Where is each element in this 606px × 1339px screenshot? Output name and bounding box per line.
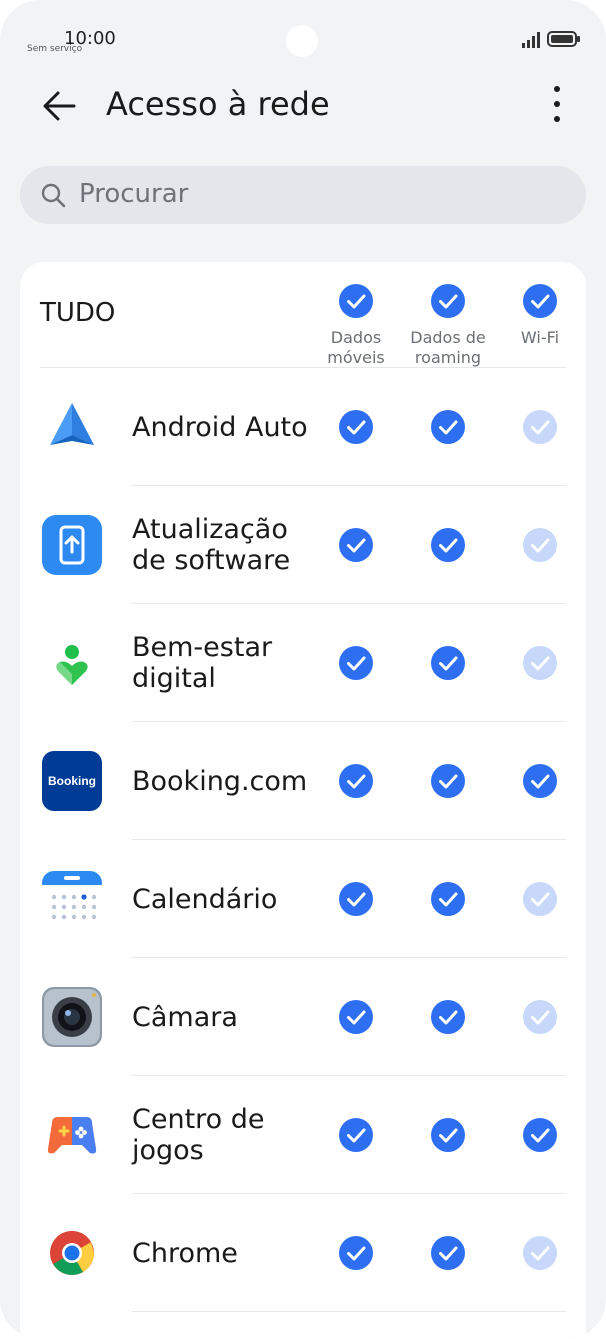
app-row: Câmara (20, 958, 586, 1076)
app-row: Android Auto (20, 368, 586, 486)
all-wifi-checkbox[interactable] (523, 284, 557, 318)
row-divider (132, 1311, 566, 1312)
mobile-data-checkbox[interactable] (339, 1118, 373, 1152)
app-row: Bem-estar digital (20, 604, 586, 722)
column-header-roaming: Dados de roaming (398, 328, 498, 368)
app-name: Centro de jogos (132, 1104, 265, 1166)
column-header-line: Dados de (410, 328, 486, 347)
mobile-data-checkbox[interactable] (339, 882, 373, 916)
column-header-mobile-data: Dados móveis (306, 328, 406, 368)
roaming-checkbox[interactable] (431, 1118, 465, 1152)
app-row: Centro de jogos (20, 1076, 586, 1194)
front-camera (286, 25, 318, 57)
app-row: Calendário (20, 840, 586, 958)
column-header-line: Dados (330, 328, 382, 347)
all-roaming-checkbox[interactable] (431, 284, 465, 318)
mobile-data-checkbox[interactable] (339, 1236, 373, 1270)
app-bar: Acesso à rede (0, 70, 606, 140)
app-name: Booking.com (132, 766, 308, 797)
column-header-line: móveis (327, 348, 385, 367)
app-name: Calendário (132, 884, 278, 915)
page-title: Acesso à rede (106, 85, 330, 123)
signal-icon (522, 32, 540, 48)
software-update-icon (42, 515, 102, 575)
app-row: Atualização de software (20, 486, 586, 604)
phone-screen: Sem serviço 10:00 Acesso à rede Procurar… (0, 0, 606, 1339)
mobile-data-checkbox[interactable] (339, 764, 373, 798)
wifi-checkbox (523, 646, 557, 680)
mobile-data-checkbox[interactable] (339, 528, 373, 562)
column-header-line: Wi-Fi (520, 328, 560, 347)
roaming-checkbox[interactable] (431, 1000, 465, 1034)
roaming-checkbox[interactable] (431, 1236, 465, 1270)
search-placeholder: Procurar (79, 179, 189, 209)
wifi-checkbox (523, 410, 557, 444)
app-row: Chrome (20, 1194, 586, 1312)
search-icon (41, 183, 66, 208)
wifi-checkbox (523, 1000, 557, 1034)
roaming-checkbox[interactable] (431, 764, 465, 798)
column-header-line: roaming (414, 348, 482, 367)
all-apps-label: TUDO (40, 298, 116, 328)
column-header-wifi: Wi-Fi (500, 328, 580, 348)
roaming-checkbox[interactable] (431, 882, 465, 916)
app-row: Booking Booking.com (20, 722, 586, 840)
mobile-data-checkbox[interactable] (339, 410, 373, 444)
svg-text:Booking: Booking (48, 774, 96, 788)
app-name: Android Auto (132, 412, 308, 443)
camera-icon (42, 987, 102, 1047)
calendar-icon (42, 869, 102, 929)
wifi-checkbox (523, 528, 557, 562)
search-input[interactable]: Procurar (20, 166, 586, 224)
wifi-checkbox[interactable] (523, 764, 557, 798)
battery-icon (547, 31, 580, 47)
mobile-data-checkbox[interactable] (339, 646, 373, 680)
status-time: 10:00 (64, 28, 116, 49)
digital-wellbeing-icon (42, 633, 102, 693)
app-name: Atualização de software (132, 514, 291, 576)
app-name: Bem-estar digital (132, 632, 273, 694)
booking-icon: Booking (42, 751, 102, 811)
wifi-checkbox (523, 882, 557, 916)
all-mobile-data-checkbox[interactable] (339, 284, 373, 318)
game-center-icon (42, 1105, 102, 1165)
roaming-checkbox[interactable] (431, 528, 465, 562)
wifi-checkbox (523, 1236, 557, 1270)
wifi-checkbox[interactable] (523, 1118, 557, 1152)
mobile-data-checkbox[interactable] (339, 1000, 373, 1034)
app-list-card: TUDO Dados móveis Dados de roaming Wi-Fi… (20, 262, 586, 1339)
status-bar: Sem serviço 10:00 (0, 0, 606, 80)
back-arrow-icon[interactable] (40, 86, 80, 126)
app-name: Câmara (132, 1002, 238, 1033)
roaming-checkbox[interactable] (431, 646, 465, 680)
roaming-checkbox[interactable] (431, 410, 465, 444)
more-options-icon[interactable] (540, 84, 574, 126)
app-name: Chrome (132, 1238, 238, 1269)
android-auto-icon (42, 397, 102, 457)
chrome-icon (42, 1223, 102, 1283)
